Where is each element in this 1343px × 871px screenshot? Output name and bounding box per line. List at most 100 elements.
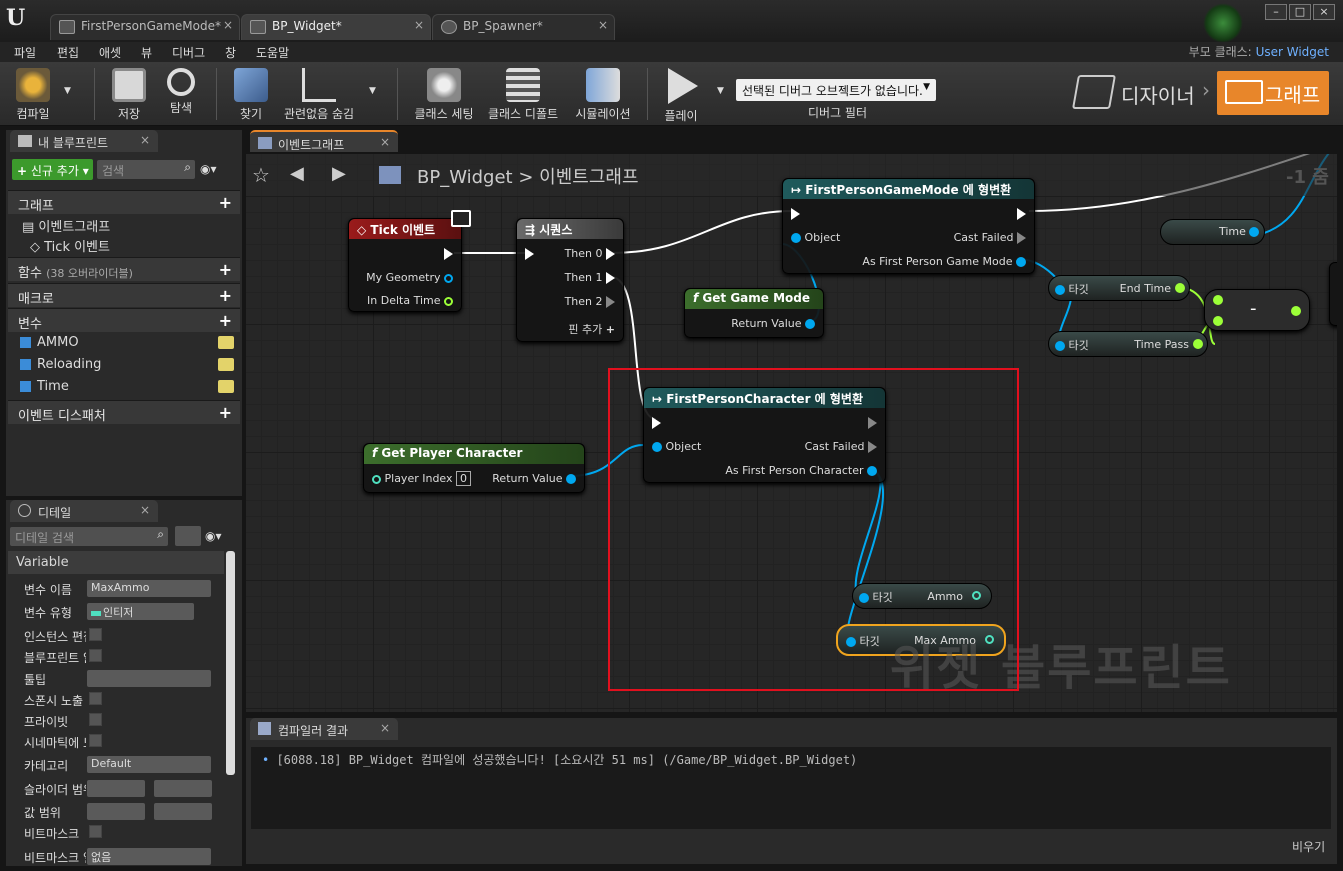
details-scrollbar[interactable] (226, 551, 235, 775)
close-icon[interactable]: × (380, 135, 390, 149)
tick-event-node[interactable]: ◇ Tick 이벤트 My Geometry In Delta Time (348, 218, 462, 312)
menu-view[interactable]: 뷰 (141, 44, 152, 61)
find-button[interactable]: 찾기 (228, 64, 274, 122)
add-new-button[interactable]: + 신규 추가 ▾ (12, 159, 93, 180)
time-variable-node[interactable]: Time (1160, 219, 1265, 245)
offscreen-node[interactable] (1329, 262, 1337, 326)
exec-in-pin[interactable] (525, 247, 534, 260)
tab-bp-spawner[interactable]: BP_Spawner* × (432, 14, 615, 40)
cast-failed-pin[interactable]: Cast Failed (954, 231, 1026, 244)
add-dispatcher-plus-icon[interactable]: + (219, 403, 232, 422)
blueprint-search-input[interactable]: 검색 ⌕ (97, 160, 195, 179)
macros-section-header[interactable]: 매크로 + (8, 283, 240, 307)
eye-icon[interactable] (218, 380, 234, 393)
close-icon[interactable]: × (140, 503, 150, 517)
then-2-pin[interactable]: Then 2 (565, 295, 615, 308)
value-range-min[interactable] (87, 803, 145, 820)
close-tab-icon[interactable]: × (414, 18, 424, 32)
return-value-pin[interactable]: Return Value (731, 317, 815, 330)
instance-editable-checkbox[interactable] (89, 628, 102, 641)
compiler-results-tab[interactable]: 컴파일러 결과 × (250, 718, 398, 740)
add-macro-plus-icon[interactable]: + (219, 286, 232, 305)
add-variable-plus-icon[interactable]: + (219, 311, 232, 330)
exec-out-pin[interactable] (1017, 207, 1026, 220)
delta-time-pin[interactable]: In Delta Time (367, 294, 453, 307)
bitmask-checkbox[interactable] (89, 825, 102, 838)
tab-firstpersongamemode[interactable]: FirstPersonGameMode* × (50, 14, 240, 40)
details-tab[interactable]: 디테일 × (10, 500, 158, 522)
event-graph-tab[interactable]: 이벤트그래프 × (250, 130, 398, 152)
expose-on-spawn-checkbox[interactable] (89, 692, 102, 705)
close-button[interactable]: × (1313, 4, 1335, 20)
graphs-section-header[interactable]: 그래프 + (8, 190, 240, 214)
variable-item[interactable]: Time (20, 379, 69, 394)
my-blueprint-tab[interactable]: 내 블루프린트 × (10, 130, 158, 152)
eye-icon[interactable] (218, 336, 234, 349)
add-function-plus-icon[interactable]: + (219, 260, 232, 279)
favorite-star-icon[interactable]: ☆ (252, 163, 270, 187)
clear-button[interactable]: 비우기 (1292, 838, 1325, 855)
get-player-character-node[interactable]: f Get Player Character Player Index 0 Re… (363, 443, 585, 493)
variables-section-header[interactable]: 변수 + (8, 308, 240, 332)
menu-asset[interactable]: 애셋 (99, 44, 121, 61)
details-search-input[interactable]: 디테일 검색 ⌕ (10, 527, 168, 546)
class-defaults-button[interactable]: 클래스 디폴트 (486, 64, 560, 122)
eye-icon[interactable] (218, 358, 234, 371)
menu-file[interactable]: 파일 (14, 44, 36, 61)
value-range-max[interactable] (154, 803, 212, 820)
back-arrow-icon[interactable]: ◀ (290, 163, 304, 184)
compile-options-chevron-icon[interactable]: ▼ (64, 86, 71, 96)
tick-event-item[interactable]: ◇ Tick 이벤트 (30, 236, 110, 255)
then-1-pin[interactable]: Then 1 (565, 271, 615, 284)
variable-name-field[interactable]: MaxAmmo (87, 580, 211, 597)
object-pin[interactable]: Object (791, 231, 840, 244)
tab-bp-widget[interactable]: BP_Widget* × (241, 14, 431, 40)
menu-edit[interactable]: 편집 (57, 44, 79, 61)
player-index-field[interactable]: 0 (456, 471, 472, 486)
designer-mode-button[interactable]: 디자이너 (1121, 80, 1195, 109)
close-tab-icon[interactable]: × (223, 18, 233, 32)
then-0-pin[interactable]: Then 0 (565, 247, 615, 260)
play-options-chevron-icon[interactable]: ▼ (717, 86, 724, 96)
bitmask-enum-select[interactable]: 없음 (87, 848, 211, 865)
menu-window[interactable]: 창 (225, 44, 236, 61)
geometry-pin[interactable]: My Geometry (366, 271, 453, 284)
get-game-mode-node[interactable]: f Get Game Mode Return Value (684, 288, 824, 338)
menu-help[interactable]: 도움말 (256, 44, 289, 61)
event-graph-item[interactable]: ▤ 이벤트그래프 (22, 216, 110, 235)
variable-item[interactable]: Reloading (20, 357, 101, 372)
variable-type-select[interactable]: 인티저 (87, 603, 194, 620)
forward-arrow-icon[interactable]: ▶ (332, 163, 346, 184)
menu-debug[interactable]: 디버그 (172, 44, 205, 61)
close-tab-icon[interactable]: × (598, 18, 608, 32)
private-checkbox[interactable] (89, 713, 102, 726)
dispatchers-section-header[interactable]: 이벤트 디스패처 + (8, 400, 240, 424)
class-settings-button[interactable]: 클래스 세팅 (410, 64, 478, 122)
close-icon[interactable]: × (380, 721, 390, 735)
blueprint-readonly-checkbox[interactable] (89, 649, 102, 662)
expose-to-cinematics-checkbox[interactable] (89, 734, 102, 747)
as-gamemode-pin[interactable]: As First Person Game Mode (862, 255, 1026, 268)
sequence-node[interactable]: ⇶ 시퀀스 Then 0 Then 1 Then 2 핀 추가 + (516, 218, 624, 342)
add-pin-button[interactable]: 핀 추가 + (568, 321, 615, 337)
maximize-button[interactable]: □ (1289, 4, 1311, 20)
save-button[interactable]: 저장 (106, 64, 152, 122)
hide-unrelated-chevron-icon[interactable]: ▼ (369, 86, 376, 96)
close-icon[interactable]: × (140, 133, 150, 147)
subtract-node[interactable]: - (1204, 289, 1310, 331)
variable-item[interactable]: AMMO (20, 335, 79, 350)
time-pass-node[interactable]: 타깃 Time Pass (1048, 331, 1208, 357)
view-options-eye-icon[interactable]: ◉▾ (205, 529, 222, 543)
end-time-node[interactable]: 타깃 End Time (1048, 275, 1190, 301)
variable-section-header[interactable]: Variable (8, 551, 224, 574)
view-options-eye-icon[interactable]: ◉▾ (200, 162, 217, 176)
breadcrumb-root[interactable]: BP_Widget (417, 167, 513, 188)
parent-class-value[interactable]: User Widget (1256, 45, 1329, 59)
simulation-button[interactable]: 시뮬레이션 (570, 64, 636, 122)
grid-view-icon[interactable] (175, 526, 201, 546)
add-graph-plus-icon[interactable]: + (219, 193, 232, 212)
hide-unrelated-button[interactable]: 관련없음 숨김 (282, 64, 356, 122)
category-select[interactable]: Default (87, 756, 211, 773)
player-index-pin[interactable]: Player Index 0 (372, 471, 472, 486)
browse-button[interactable]: 탐색 (158, 64, 204, 116)
